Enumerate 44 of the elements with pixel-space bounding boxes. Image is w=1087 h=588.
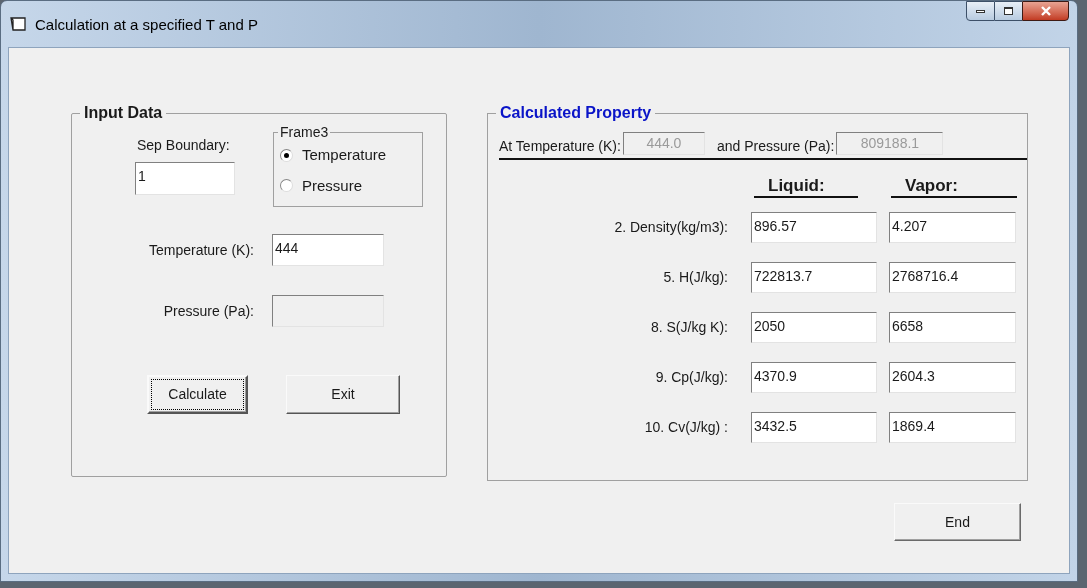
readout-field: 809188.1: [836, 132, 944, 155]
value-field[interactable]: 1869.4: [889, 412, 1016, 443]
value-field[interactable]: 4370.9: [751, 362, 877, 393]
field-label: Sep Boundary:: [136, 136, 231, 155]
property-label: 2. Density(kg/m3):: [613, 218, 728, 237]
condition-label: At Temperature (K):: [499, 137, 621, 156]
calculate-button[interactable]: Calculate: [147, 375, 248, 414]
value-field[interactable]: 6658: [889, 312, 1016, 343]
property-label: 5. H(J/kg):: [662, 268, 728, 287]
end-button[interactable]: End: [894, 503, 1021, 541]
group-title: Input Data: [83, 103, 164, 123]
value-field[interactable]: 2768716.4: [889, 262, 1016, 293]
close-icon: [1039, 6, 1052, 16]
radio-label[interactable]: Temperature: [302, 144, 387, 167]
property-label: 8. S(J/kg K):: [649, 318, 728, 337]
input-field[interactable]: 1: [135, 162, 235, 195]
field-label: Pressure (Pa):: [162, 301, 254, 321]
value-field[interactable]: 722813.7: [751, 262, 877, 293]
close-button[interactable]: [1022, 1, 1069, 21]
value-field[interactable]: 2050: [751, 312, 877, 343]
exit-button[interactable]: Exit: [286, 375, 400, 414]
value-field[interactable]: 4.207: [889, 212, 1016, 243]
radio-button[interactable]: [280, 148, 293, 162]
group-title: Frame3: [279, 123, 330, 141]
window-icon: [10, 16, 28, 32]
maximize-icon: [1004, 7, 1013, 15]
column-header: Vapor:: [891, 176, 1017, 198]
minimize-icon: [976, 9, 985, 13]
column-header: Liquid:: [754, 176, 858, 198]
window-title: Calculation at a specified T and P: [35, 15, 258, 35]
maximize-button[interactable]: [995, 1, 1022, 21]
field-label: Temperature (K):: [147, 240, 254, 260]
property-label: 10. Cv(J/kg) :: [643, 418, 728, 437]
value-field[interactable]: 3432.5: [751, 412, 877, 443]
group-title: Calculated Property: [499, 103, 653, 123]
radio-label[interactable]: Pressure: [302, 174, 363, 197]
value-field[interactable]: 2604.3: [889, 362, 1016, 393]
value-field[interactable]: 896.57: [751, 212, 877, 243]
condition-label: and Pressure (Pa):: [716, 137, 835, 156]
radio-button[interactable]: [280, 179, 293, 193]
minimize-button[interactable]: [966, 1, 995, 21]
readout-field: 444.0: [622, 132, 705, 155]
property-label: 9. Cp(J/kg):: [654, 368, 728, 387]
input-field[interactable]: 444: [272, 234, 384, 266]
